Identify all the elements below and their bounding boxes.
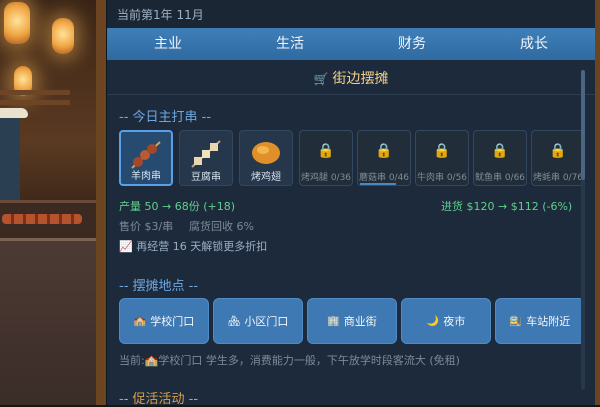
lock-icon: 🔒 [317,143,335,159]
skewer-item-locked[interactable]: 🔒 烤蚝串 0/76 [531,130,585,186]
lock-icon: 🔒 [549,143,567,159]
promo-heading: -- 促活活动 -- [119,392,199,407]
location-community-button[interactable]: 🏘 小区门口 [213,298,303,344]
location-label: 小区门口 [244,315,289,328]
lock-icon: 🔒 [375,143,393,159]
shelf [0,100,70,105]
location-buttons: 🏫 学校门口 🏘 小区门口 🏢 商业街 🌙 夜市 🚉 车站附近 [119,298,589,344]
location-label: 车站附近 [526,315,571,328]
vendor-hat [0,108,28,118]
tofu-skewer-icon [191,140,221,168]
location-label: 商业街 [343,315,377,328]
main-tabs: 主业 生活 财务 成长 [107,28,595,60]
lantern-icon [52,18,74,54]
scrollbar[interactable] [581,70,585,390]
current-location-info: 当前:🏫学校门口 学生多，消费能力一般，下午放学时段客流大 (免租) [119,354,460,367]
location-station-button[interactable]: 🚉 车站附近 [495,298,585,344]
skewer-name: 烤鸡腿 0/36 [300,173,352,183]
skewer-item-locked[interactable]: 🔒 烤鸡腿 0/36 [299,130,353,186]
skewer-name: 鱿鱼串 0/66 [474,173,526,183]
scrollbar-thumb[interactable] [581,70,585,180]
skewer-item-locked[interactable]: 🔒 牛肉串 0/56 [415,130,469,186]
lantern-icon [4,2,30,44]
location-heading: -- 摆摊地点 -- [119,279,199,294]
location-label: 学校门口 [150,315,195,328]
skewer-items: 羊肉串 豆腐串 烤鸡翅 🔒 烤鸡腿 0/36 🔒 蘑菇串 0/46 🔒 牛肉串 … [119,130,589,186]
top-bar: 当前第1年 11月 [107,0,595,29]
unlock-progress [360,183,396,185]
rot-stat: 腐货回收 6% [189,220,254,233]
school-icon: 🏫 [133,315,147,327]
shopping-cart-icon: 🛒 [313,72,329,86]
skewer-name: 蘑菇串 0/46 [358,173,410,183]
section-title: 🛒 街边摆摊 [107,68,595,88]
skewer-item-lamb[interactable]: 羊肉串 [119,130,173,186]
unlock-tip-text: 再经营 16 天解锁更多折扣 [136,240,268,253]
business-icon: 🏢 [327,315,340,327]
section-title-text: 街边摆摊 [332,71,389,87]
location-business-button[interactable]: 🏢 商业街 [307,298,397,344]
tab-life[interactable]: 生活 [229,28,351,60]
skewer-item-wing[interactable]: 烤鸡翅 [239,130,293,186]
unlock-tip: 📈 再经营 16 天解锁更多折扣 [119,238,267,254]
lock-icon: 🔒 [433,143,451,159]
shelf [0,90,70,95]
today-skewer-heading: -- 今日主打串 -- [119,110,212,125]
community-icon: 🏘 [227,315,241,327]
station-icon: 🚉 [509,315,523,327]
location-school-button[interactable]: 🏫 学校门口 [119,298,209,344]
chicken-wing-icon [252,142,280,164]
skewer-item-tofu[interactable]: 豆腐串 [179,130,233,186]
street-scene-background [0,0,110,405]
output-stat: 产量 50 → 68份 (+18) [119,200,235,213]
tab-finance[interactable]: 财务 [351,28,473,60]
lock-icon: 🔒 [491,143,509,159]
divider [107,94,595,95]
cost-stat: 进货 $120 → $112 (-6%) [441,200,573,213]
skewer-name: 豆腐串 [191,172,221,183]
location-label: 夜市 [443,315,466,328]
location-night-market-button[interactable]: 🌙 夜市 [401,298,491,344]
skewer-name: 羊肉串 [131,171,161,182]
main-panel: 当前第1年 11月 主业 生活 财务 成长 🛒 街边摆摊 -- 今日主打串 -- … [106,0,595,407]
stall-counter [0,238,104,405]
skewers-on-grill [2,214,82,224]
tab-main-business[interactable]: 主业 [107,28,229,60]
skewer-name: 烤鸡翅 [251,172,281,183]
moon-icon: 🌙 [426,315,440,327]
skewer-name: 牛肉串 0/56 [416,173,468,183]
skewer-item-locked[interactable]: 🔒 蘑菇串 0/46 [357,130,411,186]
chart-icon: 📈 [119,240,133,253]
tab-growth[interactable]: 成长 [473,28,595,60]
current-date: 当前第1年 11月 [117,8,204,22]
skewer-item-locked[interactable]: 🔒 鱿鱼串 0/66 [473,130,527,186]
skewer-name: 烤蚝串 0/76 [532,173,584,183]
price-stat: 售价 $3/串 [119,220,174,233]
